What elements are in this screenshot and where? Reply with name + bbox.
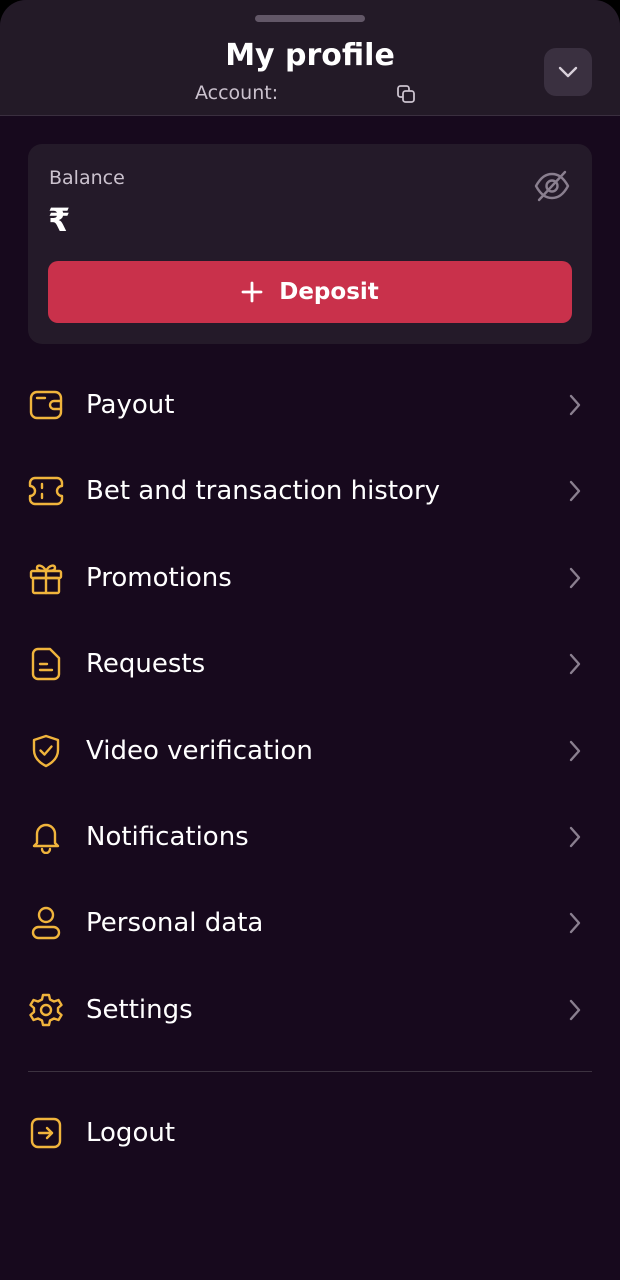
chevron-right-icon bbox=[564, 825, 586, 849]
chevron-right-icon bbox=[564, 652, 586, 676]
chevron-right-icon bbox=[564, 566, 586, 590]
profile-menu: Payout Bet and transaction history Promo… bbox=[0, 362, 620, 1053]
plus-icon bbox=[241, 281, 263, 303]
deposit-button[interactable]: Deposit bbox=[48, 261, 572, 323]
profile-sheet: My profile Account: Balance ₹ Deposit Pa… bbox=[0, 0, 620, 1280]
menu-item-label: Video verification bbox=[86, 735, 313, 766]
logout-label: Logout bbox=[86, 1118, 176, 1148]
chevron-right-icon bbox=[564, 911, 586, 935]
menu-item-requests[interactable]: Requests bbox=[0, 621, 620, 707]
chevron-down-icon bbox=[558, 66, 578, 78]
menu-item-label: Promotions bbox=[86, 562, 232, 593]
logout-button[interactable]: Logout bbox=[0, 1090, 620, 1176]
bell-icon bbox=[28, 819, 64, 855]
balance-label: Balance bbox=[49, 167, 125, 189]
menu-item-settings[interactable]: Settings bbox=[0, 967, 620, 1053]
shield-check-icon bbox=[28, 733, 64, 769]
copy-account-button[interactable] bbox=[394, 82, 418, 106]
user-icon bbox=[28, 905, 64, 941]
balance-card: Balance ₹ Deposit bbox=[28, 144, 592, 344]
menu-item-bet-history[interactable]: Bet and transaction history bbox=[0, 448, 620, 534]
menu-item-payout[interactable]: Payout bbox=[0, 362, 620, 448]
document-icon bbox=[28, 646, 64, 682]
chevron-right-icon bbox=[564, 479, 586, 503]
menu-item-notifications[interactable]: Notifications bbox=[0, 794, 620, 880]
gift-icon bbox=[28, 560, 64, 596]
eye-off-icon bbox=[534, 170, 570, 202]
menu-item-label: Settings bbox=[86, 994, 193, 1025]
account-label: Account: bbox=[195, 82, 279, 104]
menu-item-label: Bet and transaction history bbox=[86, 476, 441, 507]
gear-icon bbox=[28, 992, 64, 1028]
chevron-right-icon bbox=[564, 998, 586, 1022]
menu-item-promotions[interactable]: Promotions bbox=[0, 535, 620, 621]
chevron-right-icon bbox=[564, 739, 586, 763]
menu-divider bbox=[28, 1071, 592, 1072]
page-title: My profile bbox=[225, 38, 395, 73]
toggle-balance-visibility-button[interactable] bbox=[532, 166, 572, 206]
chevron-right-icon bbox=[564, 393, 586, 417]
menu-item-label: Notifications bbox=[86, 821, 249, 852]
deposit-label: Deposit bbox=[279, 279, 379, 305]
menu-item-video-verification[interactable]: Video verification bbox=[0, 708, 620, 794]
menu-item-label: Personal data bbox=[86, 908, 264, 939]
menu-item-label: Requests bbox=[86, 649, 206, 680]
wallet-icon bbox=[28, 387, 64, 423]
sheet-grabber-handle[interactable] bbox=[255, 15, 365, 22]
menu-item-personal-data[interactable]: Personal data bbox=[0, 880, 620, 966]
logout-icon bbox=[28, 1115, 64, 1151]
copy-icon bbox=[397, 85, 415, 103]
collapse-sheet-button[interactable] bbox=[544, 48, 592, 96]
profile-header: My profile Account: bbox=[0, 0, 620, 116]
ticket-icon bbox=[28, 473, 64, 509]
balance-currency-symbol: ₹ bbox=[48, 201, 71, 239]
menu-item-label: Payout bbox=[86, 390, 175, 420]
